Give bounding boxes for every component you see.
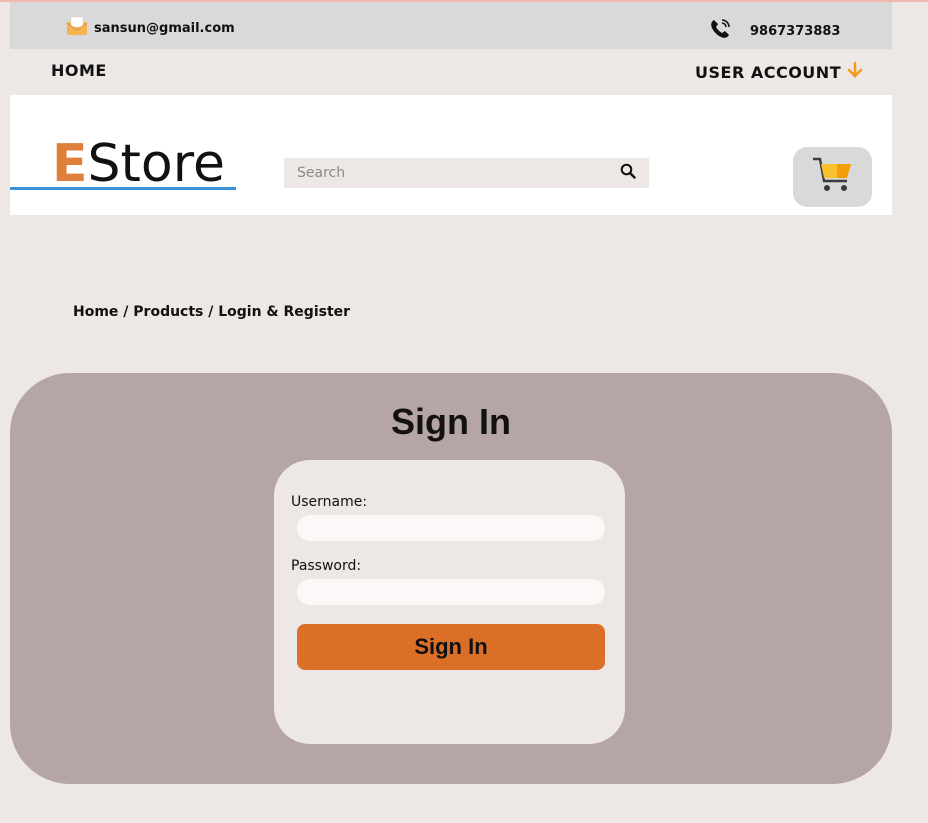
phone-icon	[708, 17, 732, 45]
cart-icon	[811, 155, 855, 199]
cart-button[interactable]	[793, 147, 872, 207]
logo-letter-e: E	[52, 134, 88, 194]
logo-word-store: Store	[87, 134, 225, 194]
breadcrumb[interactable]: Home / Products / Login & Register	[73, 304, 350, 320]
estore-logo[interactable]: E Store	[52, 135, 225, 190]
password-label: Password:	[291, 558, 362, 574]
phone-text: 9867373883	[750, 23, 841, 39]
user-account-label: USER ACCOUNT	[695, 62, 842, 82]
page-title: Sign In	[391, 401, 511, 442]
search-input[interactable]	[297, 165, 597, 181]
search-bar	[284, 158, 649, 188]
nav-home-link[interactable]: HOME	[51, 61, 107, 80]
email-text: sansun@gmail.com	[94, 20, 235, 36]
email-contact[interactable]: sansun@gmail.com	[66, 16, 235, 40]
signin-button[interactable]: Sign In	[297, 624, 605, 670]
phone-contact[interactable]: 9867373883	[708, 17, 840, 45]
signin-panel: Sign In Username: Password: Sign In	[10, 373, 892, 784]
username-label: Username:	[291, 494, 368, 510]
password-field[interactable]	[297, 579, 605, 605]
envelope-icon	[66, 16, 88, 40]
arrow-down-icon	[847, 61, 863, 83]
signin-form: Username: Password: Sign In	[274, 460, 625, 744]
contact-bar: sansun@gmail.com 9867373883	[10, 2, 892, 49]
site-header: E Store	[10, 95, 892, 215]
logo-underline	[10, 187, 236, 190]
username-field[interactable]	[297, 515, 605, 541]
user-account-menu[interactable]: USER ACCOUNT	[695, 61, 863, 83]
search-icon[interactable]	[620, 163, 636, 183]
